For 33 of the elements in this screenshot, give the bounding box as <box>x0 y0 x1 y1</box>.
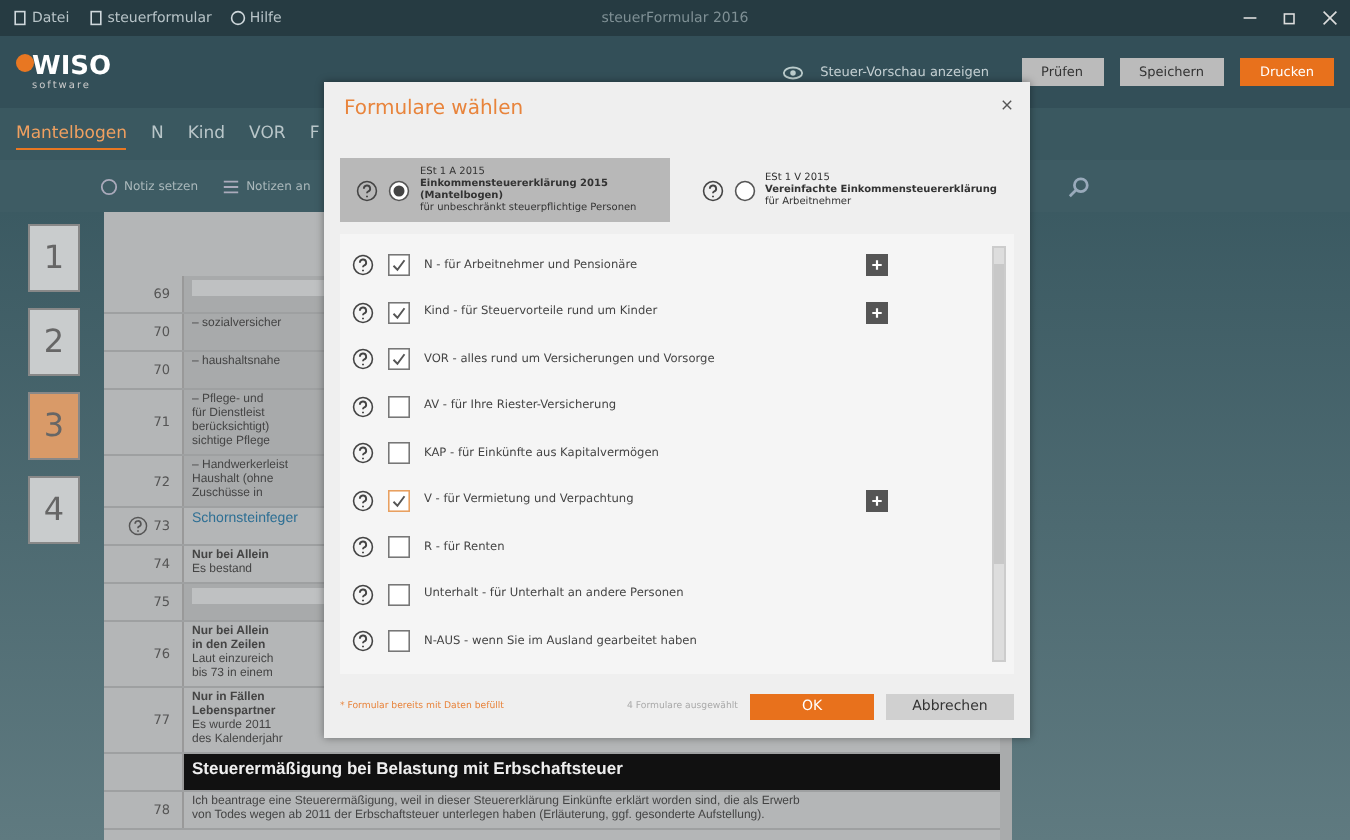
checkbox[interactable] <box>388 348 410 371</box>
form-tab[interactable]: F <box>309 120 320 148</box>
checkbox[interactable] <box>388 536 410 559</box>
form-tab[interactable]: Kind <box>187 120 226 148</box>
close-icon[interactable] <box>1000 98 1014 112</box>
checkbox[interactable] <box>388 395 410 418</box>
form-tab[interactable]: N <box>150 120 164 148</box>
eye-icon <box>782 61 805 83</box>
page-thumbnail[interactable]: 2 <box>28 308 80 376</box>
checkbox[interactable] <box>388 630 410 653</box>
scrollbar[interactable] <box>992 246 1006 662</box>
page-thumbnail[interactable]: 3 <box>28 392 80 460</box>
page-thumbnail[interactable]: 1 <box>28 224 80 292</box>
checkbox[interactable] <box>388 301 410 324</box>
checkbox[interactable] <box>388 442 410 465</box>
dialog-title: Formulare wählen <box>344 98 524 124</box>
form-tab[interactable]: Mantelbogen <box>16 119 127 149</box>
radio-button[interactable] <box>733 179 755 201</box>
radio-button[interactable] <box>388 179 410 201</box>
restore-icon[interactable] <box>1282 10 1298 26</box>
add-icon[interactable] <box>866 301 888 324</box>
form-tab[interactable]: VOR <box>249 120 286 148</box>
page-thumbnail[interactable]: 4 <box>28 476 80 544</box>
search-icon[interactable] <box>1068 175 1090 197</box>
section-heading: Steuerermäßigung bei Belastung mit Erbschaftsteuer <box>192 758 623 778</box>
add-icon[interactable] <box>866 489 888 512</box>
checkbox[interactable] <box>388 489 410 512</box>
document-icon <box>87 10 104 26</box>
list-icon <box>222 177 241 195</box>
add-icon[interactable] <box>866 254 888 277</box>
checkbox[interactable] <box>388 254 410 277</box>
document-icon <box>12 10 28 26</box>
checkbox[interactable] <box>388 583 410 606</box>
